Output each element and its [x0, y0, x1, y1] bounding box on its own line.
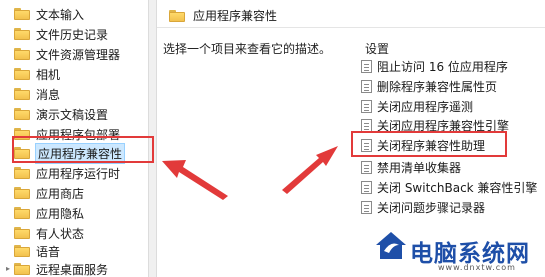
expand-arrow-icon[interactable] [2, 4, 14, 24]
tree-item-file-history[interactable]: 文件历史记录 [0, 24, 148, 44]
folder-icon [14, 227, 30, 239]
folder-icon [14, 187, 30, 199]
setting-label: 阻止访问 16 位应用程序 [377, 59, 508, 74]
description-text: 选择一个项目来查看它的描述。 [163, 42, 332, 56]
folder-icon [14, 245, 30, 257]
policy-setting-icon [361, 59, 372, 73]
folder-icon [14, 108, 30, 120]
tree-item-remote-desktop-services[interactable]: ▸ 远程桌面服务 [0, 259, 148, 277]
tree-item-label: 应用隐私 [36, 206, 85, 221]
tree-item-speech[interactable]: 语音 [0, 241, 148, 261]
tree-item-camera[interactable]: 相机 [0, 64, 148, 84]
setting-label: 关闭 SwitchBack 兼容性引擎 [377, 180, 538, 195]
tree-item-label: 消息 [36, 87, 61, 102]
details-header: 应用程序兼容性 [157, 4, 545, 28]
expand-arrow-icon[interactable] [2, 64, 14, 84]
setting-label: 禁用清单收集器 [377, 160, 462, 175]
folder-icon [14, 68, 30, 80]
settings-column-header[interactable]: 设置 [365, 40, 389, 57]
tree-item-presentation-settings[interactable]: 演示文稿设置 [0, 104, 148, 124]
tree-item-label: 文件历史记录 [36, 27, 109, 42]
setting-label: 关闭问题步骤记录器 [377, 200, 486, 215]
folder-icon [14, 28, 30, 40]
tree-item-label: 文件资源管理器 [36, 47, 121, 62]
tree-item-label: 有人状态 [36, 226, 85, 241]
setting-turn-off-steps-recorder[interactable]: 关闭问题步骤记录器 [361, 198, 485, 216]
tree-item-label: 语音 [36, 244, 61, 259]
tree-item-label: 应用程序运行时 [36, 166, 121, 181]
policy-setting-icon [361, 160, 372, 174]
expand-arrow-icon[interactable] [2, 84, 14, 104]
tree-item-text-input[interactable]: 文本输入 [0, 4, 148, 24]
setting-label: 关闭应用程序遥测 [377, 99, 474, 114]
expand-arrow-icon[interactable] [2, 203, 14, 223]
tree-item-label: 应用商店 [36, 186, 85, 201]
policy-setting-icon [361, 79, 372, 93]
folder-icon [14, 167, 30, 179]
expand-arrow-icon[interactable]: ▸ [2, 259, 14, 277]
setting-block-16bit-apps[interactable]: 阻止访问 16 位应用程序 [361, 57, 508, 75]
policy-setting-icon [361, 200, 372, 214]
folder-icon [14, 48, 30, 60]
policy-setting-icon [361, 118, 372, 132]
tree-item-app-runtime[interactable]: 应用程序运行时 [0, 163, 148, 183]
setting-label: 删除程序兼容性属性页 [377, 79, 498, 94]
tree-item-presence[interactable]: 有人状态 [0, 223, 148, 243]
expand-arrow-icon[interactable] [2, 104, 14, 124]
tree-item-file-explorer[interactable]: 文件资源管理器 [0, 44, 148, 64]
policy-setting-icon [361, 180, 372, 194]
highlight-box-tree-selection [12, 136, 154, 163]
highlight-box-setting [351, 131, 507, 157]
expand-arrow-icon[interactable] [2, 24, 14, 44]
tree-item-label: 远程桌面服务 [36, 262, 109, 277]
tree-item-messaging[interactable]: 消息 [0, 84, 148, 104]
folder-icon [14, 263, 30, 275]
expand-arrow-icon[interactable] [2, 44, 14, 64]
tree-item-app-privacy[interactable]: 应用隐私 [0, 203, 148, 223]
expand-arrow-icon[interactable] [2, 223, 14, 243]
tree-item-label: 相机 [36, 67, 61, 82]
folder-icon [169, 9, 185, 22]
details-title: 应用程序兼容性 [193, 9, 278, 23]
site-watermark: 电脑系统网 www.dnxtw.com [366, 226, 545, 277]
folder-icon [14, 88, 30, 100]
expand-arrow-icon[interactable] [2, 241, 14, 261]
setting-remove-compat-property-page[interactable]: 删除程序兼容性属性页 [361, 77, 497, 95]
folder-icon [14, 8, 30, 20]
setting-turn-off-telemetry[interactable]: 关闭应用程序遥测 [361, 97, 473, 115]
watermark-url: www.dnxtw.com [438, 263, 516, 272]
setting-turn-off-switchback[interactable]: 关闭 SwitchBack 兼容性引擎 [361, 178, 537, 196]
policy-setting-icon [361, 99, 372, 113]
setting-disable-inventory-collector[interactable]: 禁用清单收集器 [361, 158, 461, 176]
expand-arrow-icon[interactable] [2, 163, 14, 183]
tree-item-label: 文本输入 [36, 7, 85, 22]
logo-icon [376, 232, 406, 259]
tree-item-label: 演示文稿设置 [36, 107, 109, 122]
tree-item-app-store[interactable]: 应用商店 [0, 183, 148, 203]
expand-arrow-icon[interactable] [2, 183, 14, 203]
folder-icon [14, 207, 30, 219]
